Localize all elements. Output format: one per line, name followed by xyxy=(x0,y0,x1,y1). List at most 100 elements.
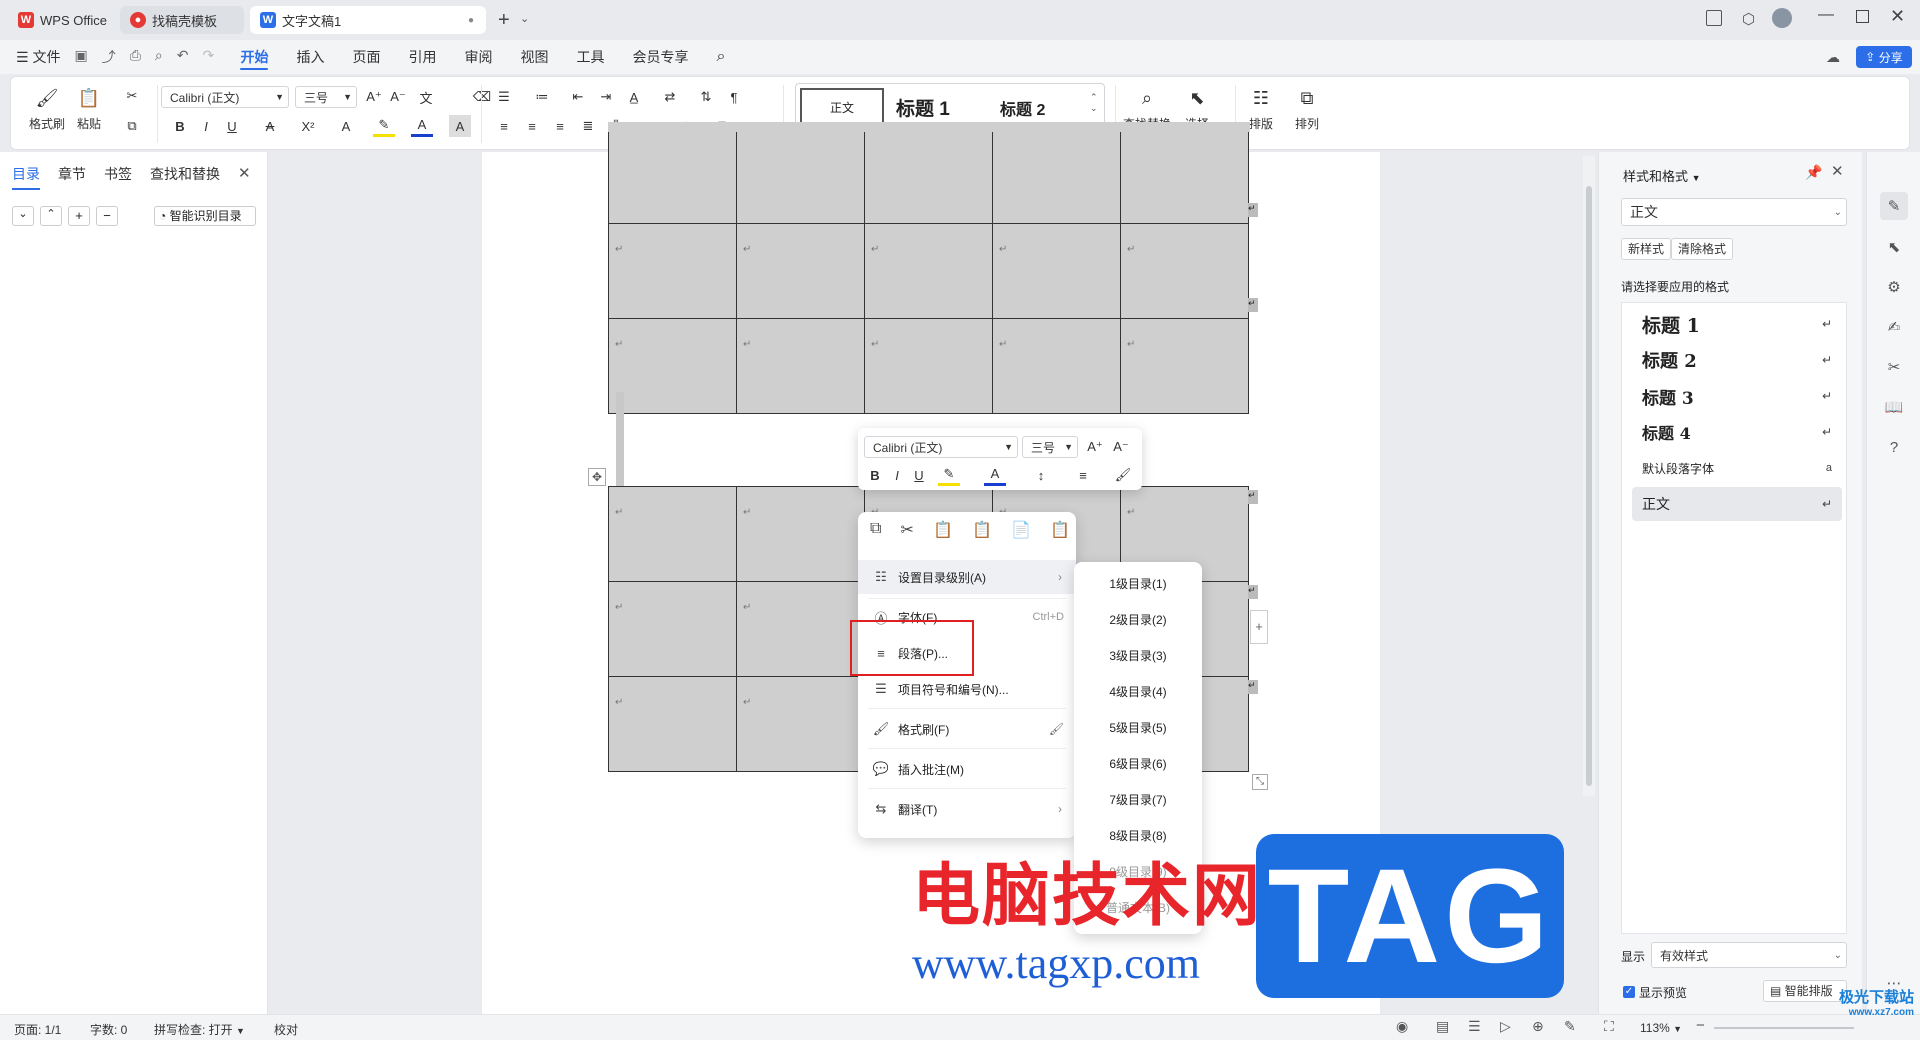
unsaved-dot-icon[interactable]: ● xyxy=(468,15,474,26)
close-icon[interactable]: ✕ xyxy=(1831,162,1844,180)
chinese-layout-icon[interactable]: A̲ xyxy=(623,86,645,108)
font-color-icon[interactable]: A xyxy=(984,464,1006,486)
table-1[interactable]: ↵ ↵ ↵ ↵ ↵ ↵ ↵ ↵ ↵ ↵ xyxy=(608,128,1249,414)
style-heading-4[interactable]: 标题 4 ↵ xyxy=(1632,415,1842,449)
cloud-icon[interactable]: ☁ xyxy=(1826,49,1840,66)
sort-icon[interactable]: ⇅ xyxy=(695,86,717,108)
bullet-list-icon[interactable]: ☰ xyxy=(493,86,515,108)
settings-sliders-icon[interactable]: ⚙ xyxy=(1883,276,1905,298)
char-shading-icon[interactable]: A xyxy=(449,115,471,137)
book-icon[interactable]: 📖 xyxy=(1883,396,1905,418)
increase-indent-icon[interactable]: ⇥ xyxy=(595,86,617,108)
paste-special-icon[interactable]: 📋 xyxy=(972,520,992,544)
copy-icon[interactable]: ⧉ xyxy=(870,520,881,544)
share-button[interactable]: ⇪ 分享 xyxy=(1856,46,1912,68)
zoom-out-icon[interactable]: − xyxy=(1696,1017,1705,1034)
grow-font-icon[interactable]: A⁺ xyxy=(1084,436,1106,458)
toc-level-4[interactable]: 4级目录(4) xyxy=(1074,674,1202,710)
proofread[interactable]: 校对 xyxy=(274,1021,298,1038)
table-cell[interactable]: ↵ xyxy=(736,581,865,677)
numbered-list-icon[interactable]: ≔ xyxy=(531,86,553,108)
eye-icon[interactable]: ◉ xyxy=(1396,1018,1408,1035)
menu-file[interactable]: ☰ 文件 xyxy=(0,40,74,74)
gallery-more-icon[interactable]: ⌃ ⌄ xyxy=(1090,92,1098,114)
table-cell[interactable]: ↵ xyxy=(992,223,1121,319)
minimize-icon[interactable]: — xyxy=(1818,6,1834,24)
show-marks-icon[interactable]: ¶ xyxy=(723,86,745,108)
typeset-button[interactable]: ☷ 排版 xyxy=(1249,87,1273,132)
menu-bullets-numbering[interactable]: ☰ 项目符号和编号(N)... xyxy=(858,672,1076,706)
table-cell[interactable]: ↵ xyxy=(736,486,865,582)
play-icon[interactable]: ▷ xyxy=(1500,1018,1511,1035)
tools-icon[interactable]: ✂ xyxy=(1883,356,1905,378)
table-cell[interactable]: ↵ xyxy=(608,486,737,582)
close-window-icon[interactable]: ✕ xyxy=(1890,6,1905,27)
clear-format-button[interactable]: 清除格式 xyxy=(1671,238,1734,260)
pinyin-icon[interactable]: 文 xyxy=(415,86,437,108)
table-cell[interactable] xyxy=(864,128,993,224)
new-tab-icon[interactable]: + xyxy=(498,9,510,32)
menu-review[interactable]: 审阅 xyxy=(450,40,506,74)
table-cell[interactable]: ↵ xyxy=(864,318,993,414)
bold-icon[interactable]: B xyxy=(169,115,191,137)
menu-view[interactable]: 视图 xyxy=(506,40,562,74)
page-count[interactable]: 页面: 1/1 xyxy=(14,1021,61,1038)
cut-icon[interactable]: ✂ xyxy=(901,520,914,544)
font-size-select[interactable]: 三号 ▼ xyxy=(295,86,357,108)
font-name-select[interactable]: Calibri (正文) ▼ xyxy=(161,86,289,108)
shrink-font-icon[interactable]: A⁻ xyxy=(387,86,409,108)
tab-wps-office[interactable]: W WPS Office xyxy=(8,6,116,34)
outline-view-icon[interactable]: ☰ xyxy=(1468,1018,1481,1035)
table-cell[interactable]: ↵ xyxy=(608,676,737,772)
highlight-icon[interactable]: ✎ xyxy=(938,464,960,486)
table-cell[interactable]: ↵ xyxy=(864,223,993,319)
table-cell[interactable]: ↵ xyxy=(608,318,737,414)
paste-text-icon[interactable]: 📄 xyxy=(1011,520,1031,544)
word-count[interactable]: 字数: 0 xyxy=(90,1021,127,1038)
style-heading-3[interactable]: 标题 3 ↵ xyxy=(1632,379,1842,413)
tab-bookmark[interactable]: 书签 xyxy=(104,164,132,184)
table-cell[interactable] xyxy=(608,128,737,224)
search-icon[interactable]: ⌕ xyxy=(702,40,739,74)
tab-find-replace[interactable]: 查找和替换 xyxy=(150,164,220,184)
restore-icon[interactable] xyxy=(1856,10,1869,23)
toc-level-5[interactable]: 5级目录(5) xyxy=(1074,710,1202,746)
table-cell[interactable]: ↵ xyxy=(736,223,865,319)
remove-icon[interactable]: − xyxy=(96,206,118,226)
avatar[interactable] xyxy=(1772,8,1792,28)
toc-level-7[interactable]: 7级目录(7) xyxy=(1074,782,1202,818)
spell-check[interactable]: 拼写检查: 打开 ▼ xyxy=(154,1021,245,1038)
style-heading-2[interactable]: 标题 2 xyxy=(1000,96,1045,120)
current-style-select[interactable]: 正文 ⌄ xyxy=(1621,198,1847,226)
edit-icon[interactable]: ✍ xyxy=(1883,316,1905,338)
menu-insert[interactable]: 插入 xyxy=(282,40,338,74)
menu-insert-comment[interactable]: 💬 插入批注(M) xyxy=(858,752,1076,786)
menu-translate[interactable]: ⇆ 翻译(T) › xyxy=(858,792,1076,826)
font-name-select[interactable]: Calibri (正文) ▼ xyxy=(864,436,1018,458)
toc-level-6[interactable]: 6级目录(6) xyxy=(1074,746,1202,782)
undo-icon[interactable]: ↶ xyxy=(177,47,189,67)
italic-icon[interactable]: I xyxy=(195,115,217,137)
style-normal[interactable]: 正文 xyxy=(800,88,884,126)
underline-icon[interactable]: U xyxy=(908,464,930,486)
bold-icon[interactable]: B xyxy=(864,464,886,486)
fit-icon[interactable]: ⛶ xyxy=(1604,1018,1614,1035)
cut-icon[interactable]: ✂ xyxy=(121,85,143,107)
cube-icon[interactable]: ⬡ xyxy=(1742,10,1755,28)
style-heading-2[interactable]: 标题 2 ↵ xyxy=(1632,343,1842,377)
shrink-font-icon[interactable]: A⁻ xyxy=(1110,436,1132,458)
collapse-icon[interactable]: ⌃ xyxy=(40,206,62,226)
add-column-icon[interactable]: + xyxy=(1250,610,1268,644)
style-normal[interactable]: 正文 ↵ xyxy=(1632,487,1842,521)
menu-references[interactable]: 引用 xyxy=(394,40,450,74)
style-default-paragraph-font[interactable]: 默认段落字体 a xyxy=(1632,451,1842,485)
grow-font-icon[interactable]: A⁺ xyxy=(363,86,385,108)
help-icon[interactable]: ? xyxy=(1883,436,1905,458)
align-center-icon[interactable]: ≡ xyxy=(521,115,543,137)
table-resize-handle-icon[interactable]: ⤡ xyxy=(1252,774,1268,790)
toc-level-3[interactable]: 3级目录(3) xyxy=(1074,638,1202,674)
font-color-icon[interactable]: A xyxy=(411,115,433,137)
strikethrough-icon[interactable]: A xyxy=(259,115,281,137)
toc-level-1[interactable]: 1级目录(1) xyxy=(1074,566,1202,602)
underline-icon[interactable]: U xyxy=(221,115,243,137)
